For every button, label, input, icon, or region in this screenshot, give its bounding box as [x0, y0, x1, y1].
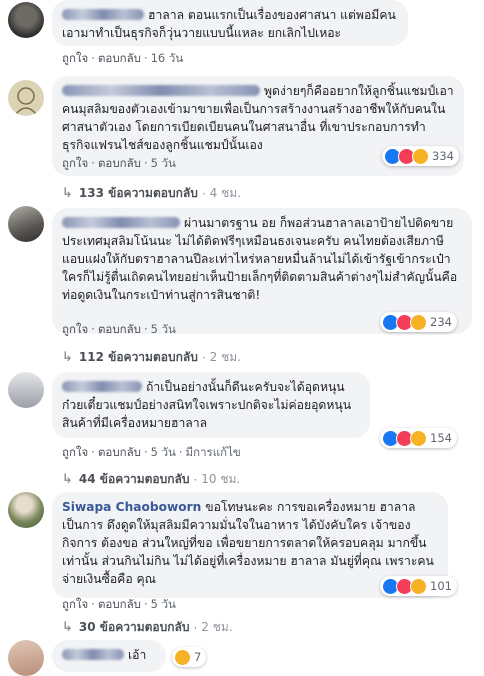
reply-link[interactable]: ตอบกลับ — [98, 597, 141, 611]
comment-bubble: เอ้า — [52, 640, 166, 672]
replies-count: 30 ข้อความตอบกลับ — [78, 620, 190, 634]
like-link[interactable]: ถูกใจ — [62, 322, 88, 336]
reply-link[interactable]: ตอบกลับ — [98, 445, 141, 459]
haha-reaction-icon — [412, 147, 429, 165]
replies-time: 2 ชม. — [209, 350, 241, 364]
reply-arrow-icon: ↳ — [62, 186, 73, 201]
reply-link[interactable]: ตอบกลับ — [98, 51, 141, 65]
comment-bubble: ถ้าเป็นอย่างนั้นก็ดีนะครับจะได้อุดหนุนก๋… — [52, 372, 370, 438]
reaction-count: 234 — [430, 315, 452, 329]
reply-arrow-icon: ↳ — [62, 472, 73, 487]
haha-reaction-icon — [174, 648, 191, 666]
haha-reaction-icon — [410, 429, 427, 447]
avatar-drawing-icon — [15, 87, 37, 115]
like-link[interactable]: ถูกใจ — [62, 156, 88, 170]
comment-text: เอ้า — [128, 648, 147, 662]
comment-actions: ถูกใจ · ตอบกลับ · 5 วัน — [62, 156, 176, 170]
avatar[interactable] — [8, 206, 44, 242]
avatar[interactable] — [8, 2, 44, 38]
comment-actions: ถูกใจ · ตอบกลับ · 5 วัน — [62, 597, 176, 611]
replies-time: 10 ชม. — [201, 472, 241, 486]
haha-reaction-icon — [410, 313, 427, 331]
replies-count: 133 ข้อความตอบกลับ — [78, 186, 198, 200]
reaction-summary[interactable]: 334 — [382, 146, 459, 166]
reply-arrow-icon: ↳ — [62, 350, 73, 365]
reaction-summary[interactable]: 7 — [172, 647, 207, 667]
avatar[interactable] — [8, 80, 44, 116]
avatar[interactable] — [8, 372, 44, 408]
reaction-summary[interactable]: 154 — [380, 428, 457, 448]
replies-time: 2 ชม. — [201, 620, 233, 634]
edited-label[interactable]: มีการแก้ไข — [186, 445, 241, 459]
view-replies[interactable]: ↳ 30 ข้อความตอบกลับ · 2 ชม. — [62, 618, 233, 637]
timestamp[interactable]: 5 วัน — [151, 445, 176, 459]
comment-text: ผ่านมาตรฐาน อย ก็พอส่วนฮาลาลเอาป้ายไปติด… — [62, 216, 458, 302]
reaction-count: 7 — [194, 650, 202, 664]
reply-link[interactable]: ตอบกลับ — [98, 322, 141, 336]
replies-time: 4 ชม. — [209, 186, 241, 200]
like-link[interactable]: ถูกใจ — [62, 445, 88, 459]
timestamp[interactable]: 16 วัน — [151, 51, 184, 65]
reaction-count: 334 — [432, 149, 454, 163]
timestamp[interactable]: 5 วัน — [151, 156, 176, 170]
avatar[interactable] — [8, 640, 44, 676]
author-name-blurred[interactable] — [62, 381, 142, 392]
view-replies[interactable]: ↳ 112 ข้อความตอบกลับ · 2 ชม. — [62, 348, 241, 367]
reaction-count: 154 — [430, 431, 452, 445]
reaction-summary[interactable]: 234 — [380, 312, 457, 332]
author-name-blurred[interactable] — [62, 85, 260, 96]
author-name-blurred[interactable] — [62, 9, 144, 20]
view-replies[interactable]: ↳ 133 ข้อความตอบกลับ · 4 ชม. — [62, 184, 241, 203]
like-link[interactable]: ถูกใจ — [62, 597, 88, 611]
replies-count: 112 ข้อความตอบกลับ — [78, 350, 198, 364]
view-replies[interactable]: ↳ 44 ข้อความตอบกลับ · 10 ชม. — [62, 470, 240, 489]
comment-actions: ถูกใจ · ตอบกลับ · 5 วัน · มีการแก้ไข — [62, 445, 241, 459]
reaction-count: 101 — [430, 579, 452, 593]
haha-reaction-icon — [410, 577, 427, 595]
comment-bubble: ฮาลาล ตอนแรกเป็นเรื่องของศาสนา แต่พอมีคน… — [52, 0, 408, 46]
reaction-summary[interactable]: 101 — [380, 576, 457, 596]
reply-arrow-icon: ↳ — [62, 620, 73, 635]
replies-count: 44 ข้อความตอบกลับ — [78, 472, 190, 486]
like-link[interactable]: ถูกใจ — [62, 51, 88, 65]
author-name-blurred[interactable] — [62, 217, 180, 228]
avatar[interactable] — [8, 492, 44, 528]
timestamp[interactable]: 5 วัน — [151, 322, 176, 336]
comment-actions: ถูกใจ · ตอบกลับ · 16 วัน — [62, 51, 184, 65]
author-name[interactable]: Siwapa Chaoboworn — [62, 500, 201, 514]
author-name-blurred[interactable] — [62, 649, 124, 660]
reply-link[interactable]: ตอบกลับ — [98, 156, 141, 170]
comment-actions: ถูกใจ · ตอบกลับ · 5 วัน — [62, 322, 176, 336]
timestamp[interactable]: 5 วัน — [151, 597, 176, 611]
